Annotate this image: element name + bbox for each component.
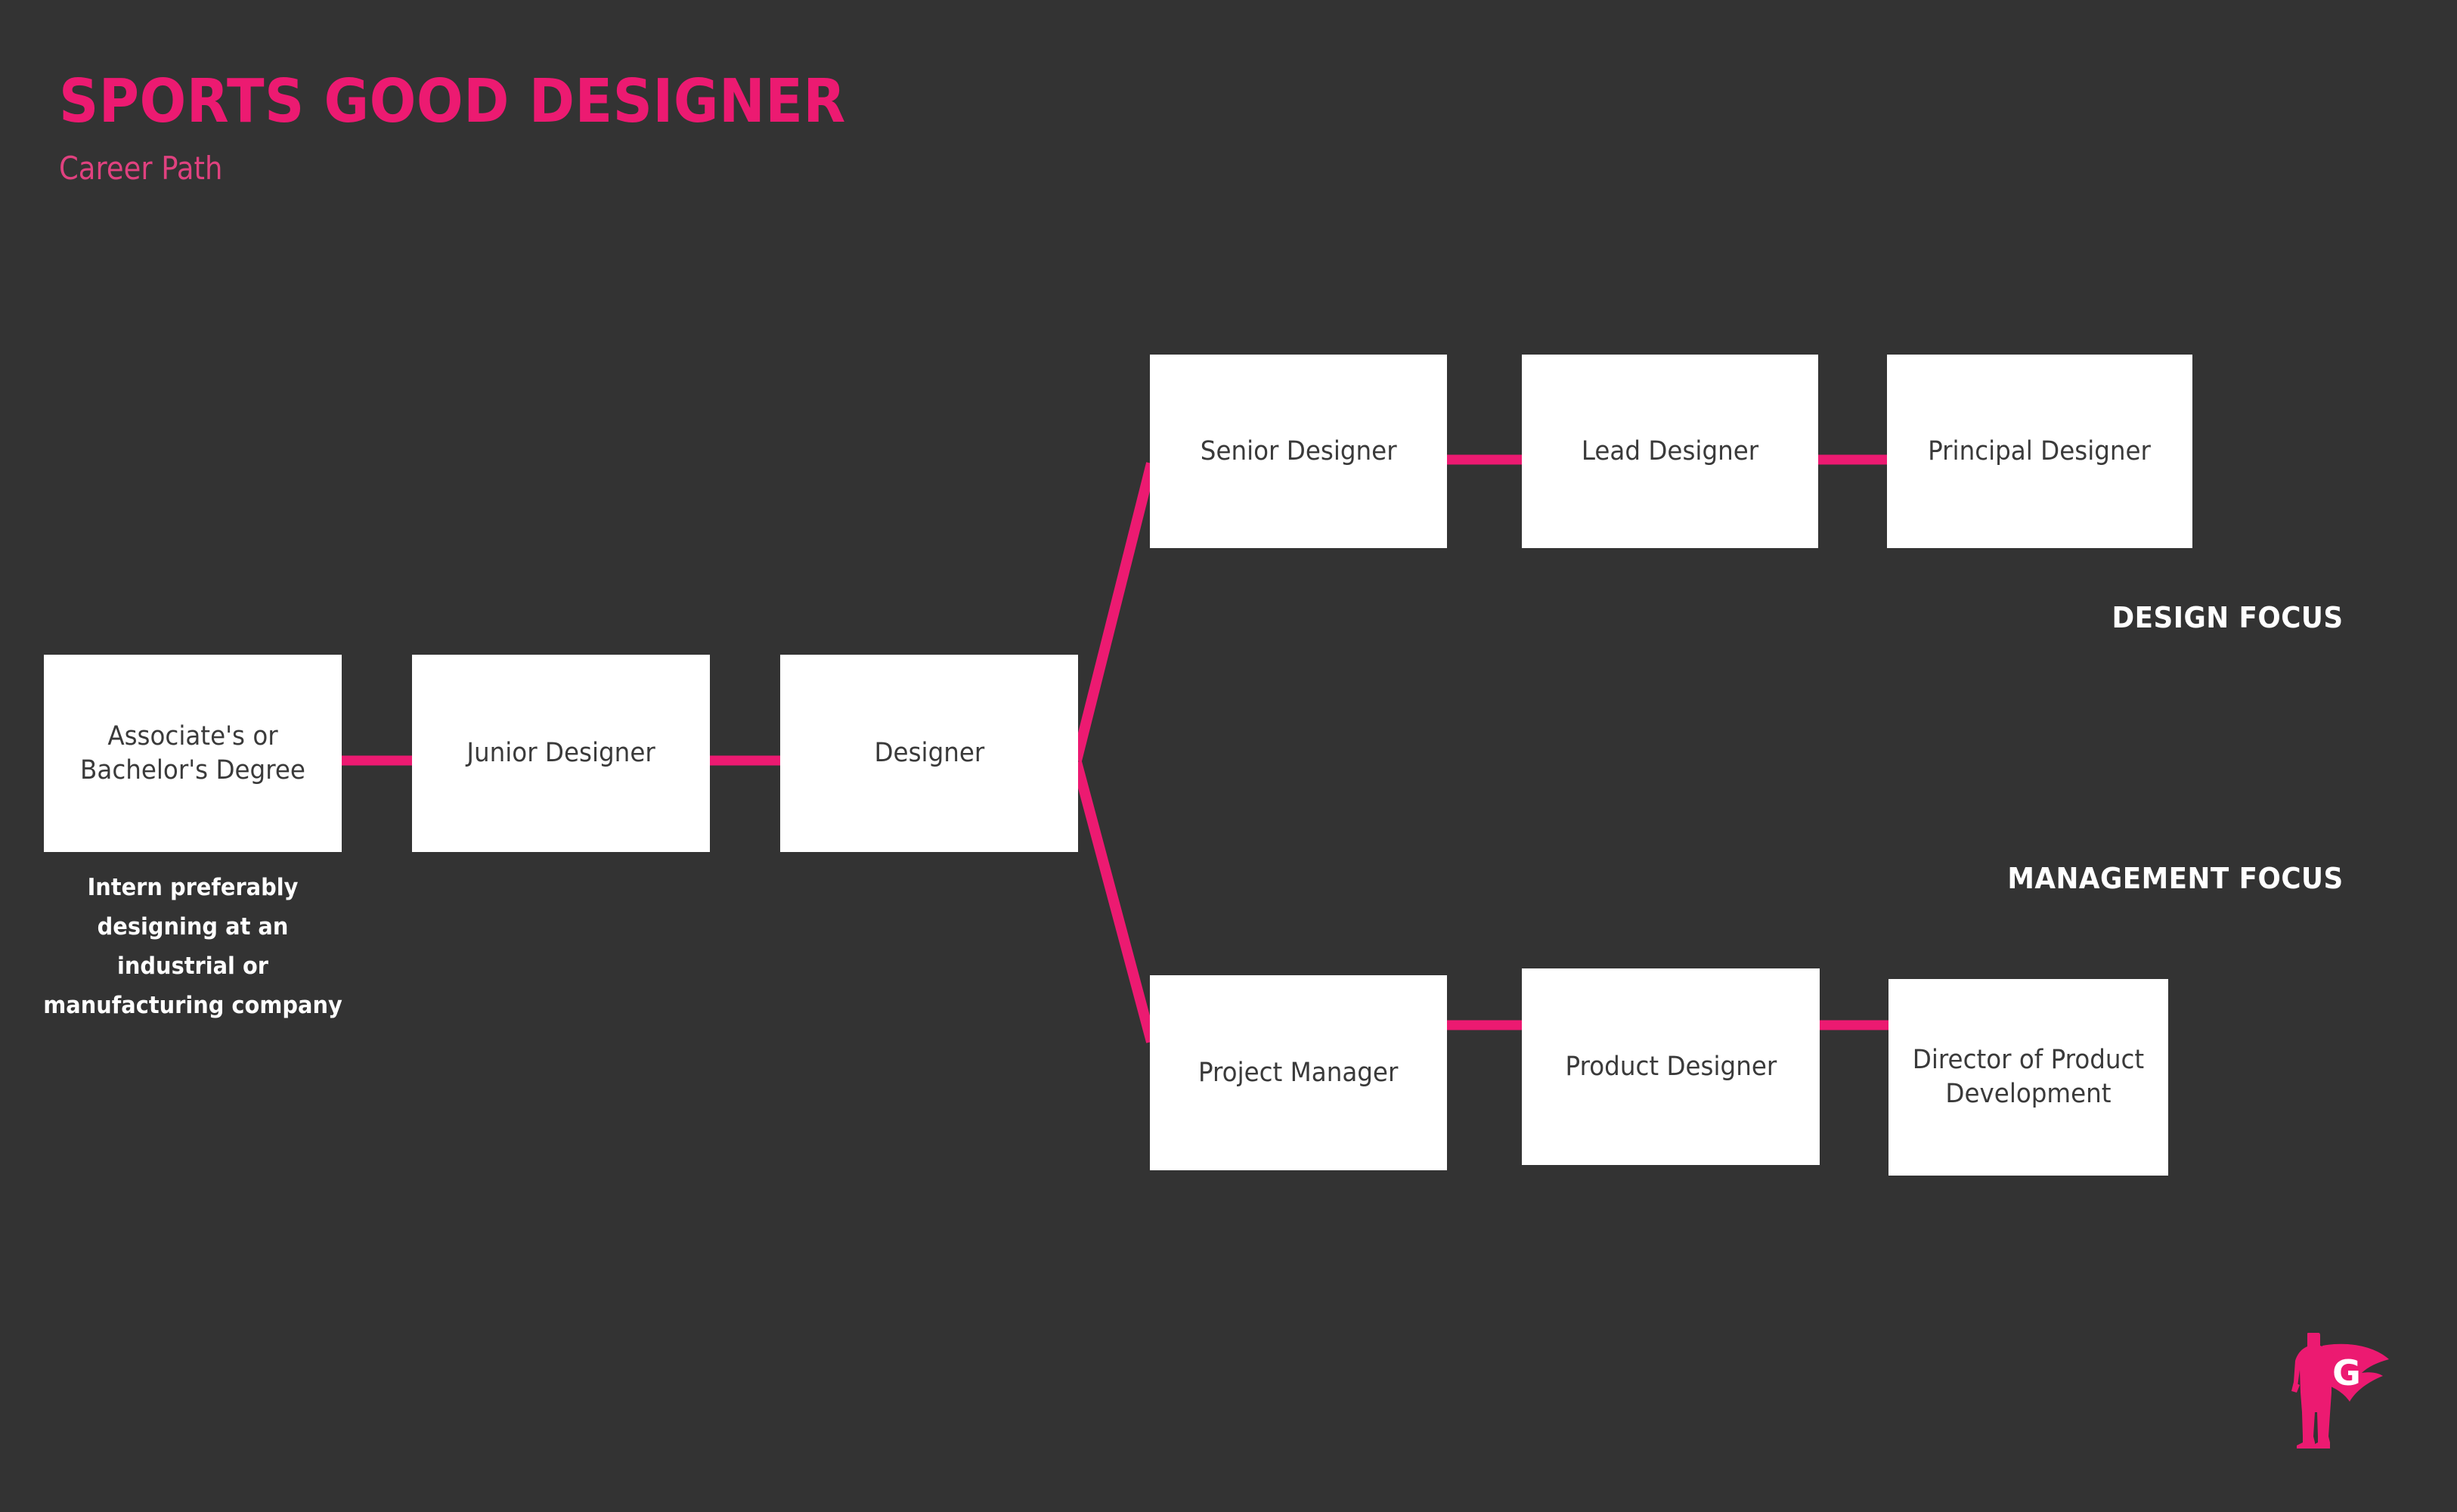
node-degree[interactable]: Associate's or Bachelor's Degree (44, 655, 342, 852)
design-focus-label: DESIGN FOCUS (2112, 601, 2344, 634)
node-label-junior: Junior Designer (466, 738, 655, 769)
connector-designer-to-senior (1071, 462, 1157, 762)
node-label-pm: Project Manager (1198, 1057, 1399, 1088)
page-subtitle: Career Path (59, 150, 223, 187)
superhero-logo: G (2268, 1323, 2404, 1459)
connector-layer (340, 454, 1891, 1043)
node-label-lead: Lead Designer (1581, 435, 1759, 466)
node-junior[interactable]: Junior Designer (412, 655, 710, 852)
node-label-director: Director of Product Development (1912, 1045, 2145, 1109)
page-title: SPORTS GOOD DESIGNER (59, 67, 846, 136)
node-director[interactable]: Director of Product Development (1888, 979, 2168, 1176)
node-pm[interactable]: Project Manager (1150, 975, 1447, 1170)
node-label-productdes: Product Designer (1565, 1051, 1777, 1082)
header: SPORTS GOOD DESIGNER Career Path (59, 72, 1269, 184)
node-designer[interactable]: Designer (780, 655, 1078, 852)
logo-letter: G (2332, 1352, 2361, 1393)
node-label-senior: Senior Designer (1200, 435, 1397, 466)
node-label-principal: Principal Designer (1928, 435, 2152, 466)
node-label-degree: Associate's or Bachelor's Degree (80, 720, 305, 785)
career-path-slide: SPORTS GOOD DESIGNER Career Path Associa… (0, 0, 2457, 1512)
node-label-designer: Designer (874, 738, 984, 769)
node-lead[interactable]: Lead Designer (1522, 355, 1818, 548)
node-principal[interactable]: Principal Designer (1887, 355, 2192, 548)
node-productdes[interactable]: Product Designer (1522, 968, 1820, 1165)
intern-note: Intern preferably designing at an indust… (43, 874, 342, 1020)
management-focus-label: MANAGEMENT FOCUS (2007, 862, 2344, 895)
node-senior[interactable]: Senior Designer (1150, 355, 1447, 548)
connector-designer-to-pm (1071, 761, 1157, 1043)
